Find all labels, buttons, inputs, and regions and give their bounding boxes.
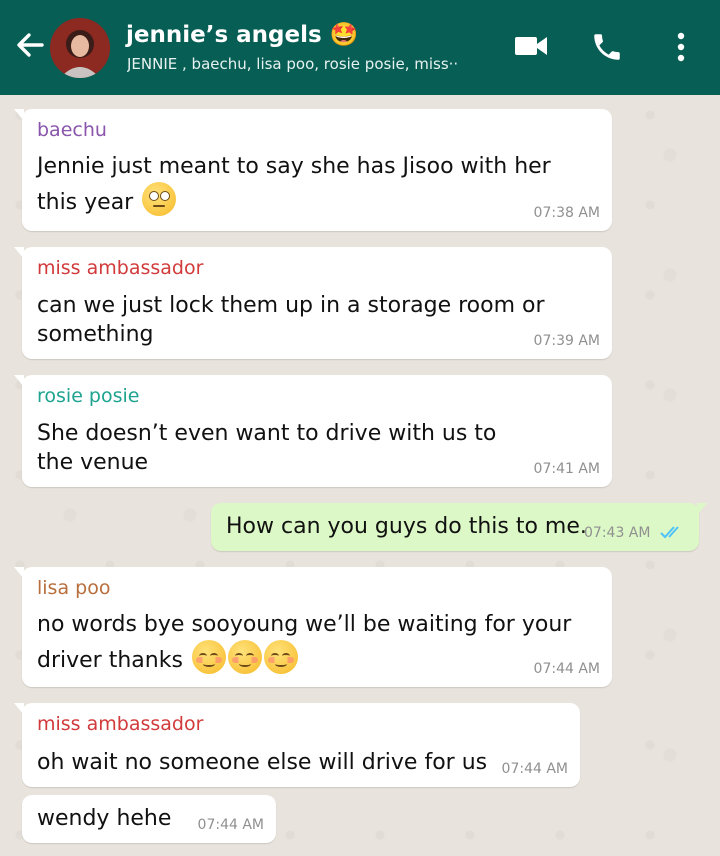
rolling-eyes-emoji bbox=[142, 182, 177, 216]
message-time: 07:41 AM bbox=[533, 461, 600, 477]
message-sender: lisa poo bbox=[37, 577, 111, 599]
message-text: no words bye sooyoung we’ll be waiting f… bbox=[37, 612, 572, 674]
message-text: can we just lock them up in a storage ro… bbox=[37, 293, 545, 347]
video-call-icon[interactable] bbox=[514, 34, 548, 58]
smiling-face-emoji bbox=[227, 640, 262, 674]
message-list[interactable]: baechu Jennie just meant to say she has … bbox=[0, 95, 720, 856]
phone-icon[interactable] bbox=[590, 30, 624, 64]
message-time: 07:44 AM bbox=[197, 817, 264, 833]
chat-header: jennie’s angels 🤩 JENNIE , baechu, lisa … bbox=[0, 0, 720, 95]
message-time: 07:44 AM bbox=[533, 661, 600, 677]
message-sender: rosie posie bbox=[37, 385, 140, 407]
read-receipt-icon bbox=[660, 526, 679, 539]
message-sender: miss ambassador bbox=[37, 257, 204, 279]
smiling-face-emoji bbox=[263, 640, 298, 674]
message-time: 07:44 AM bbox=[501, 761, 568, 777]
message-sender: miss ambassador bbox=[37, 713, 204, 735]
outgoing-message-bubble[interactable]: How can you guys do this to me. 07:43 AM bbox=[211, 503, 707, 551]
message-bubble[interactable]: baechu Jennie just meant to say she has … bbox=[14, 109, 612, 231]
chat-title[interactable]: jennie’s angels 🤩 bbox=[126, 21, 358, 48]
message-bubble[interactable]: miss ambassador can we just lock them up… bbox=[14, 247, 612, 359]
message-text: How can you guys do this to me. bbox=[226, 514, 587, 539]
more-options-icon[interactable] bbox=[676, 32, 686, 62]
group-avatar[interactable] bbox=[50, 18, 110, 78]
message-time: 07:39 AM bbox=[533, 333, 600, 349]
message-text: Jennie just meant to say she has Jisoo w… bbox=[37, 154, 551, 216]
message-text: oh wait no someone else will drive for u… bbox=[37, 750, 488, 775]
message-bubble[interactable]: miss ambassador oh wait no someone else … bbox=[14, 703, 580, 787]
back-arrow-icon[interactable] bbox=[14, 28, 46, 62]
message-sender: baechu bbox=[37, 119, 107, 141]
message-time: 07:38 AM bbox=[533, 205, 600, 221]
smiling-face-emoji bbox=[191, 640, 226, 674]
message-bubble[interactable]: rosie posie She doesn’t even want to dri… bbox=[14, 375, 612, 487]
message-bubble[interactable]: lisa poo no words bye sooyoung we’ll be … bbox=[14, 567, 612, 687]
message-text: wendy hehe bbox=[37, 806, 172, 831]
message-bubble[interactable]: wendy hehe 07:44 AM bbox=[22, 795, 276, 843]
chat-participants[interactable]: JENNIE , baechu, lisa poo, rosie posie, … bbox=[127, 55, 472, 73]
message-text: She doesn’t even want to drive with us t… bbox=[37, 421, 497, 475]
message-time: 07:43 AM bbox=[584, 525, 685, 541]
